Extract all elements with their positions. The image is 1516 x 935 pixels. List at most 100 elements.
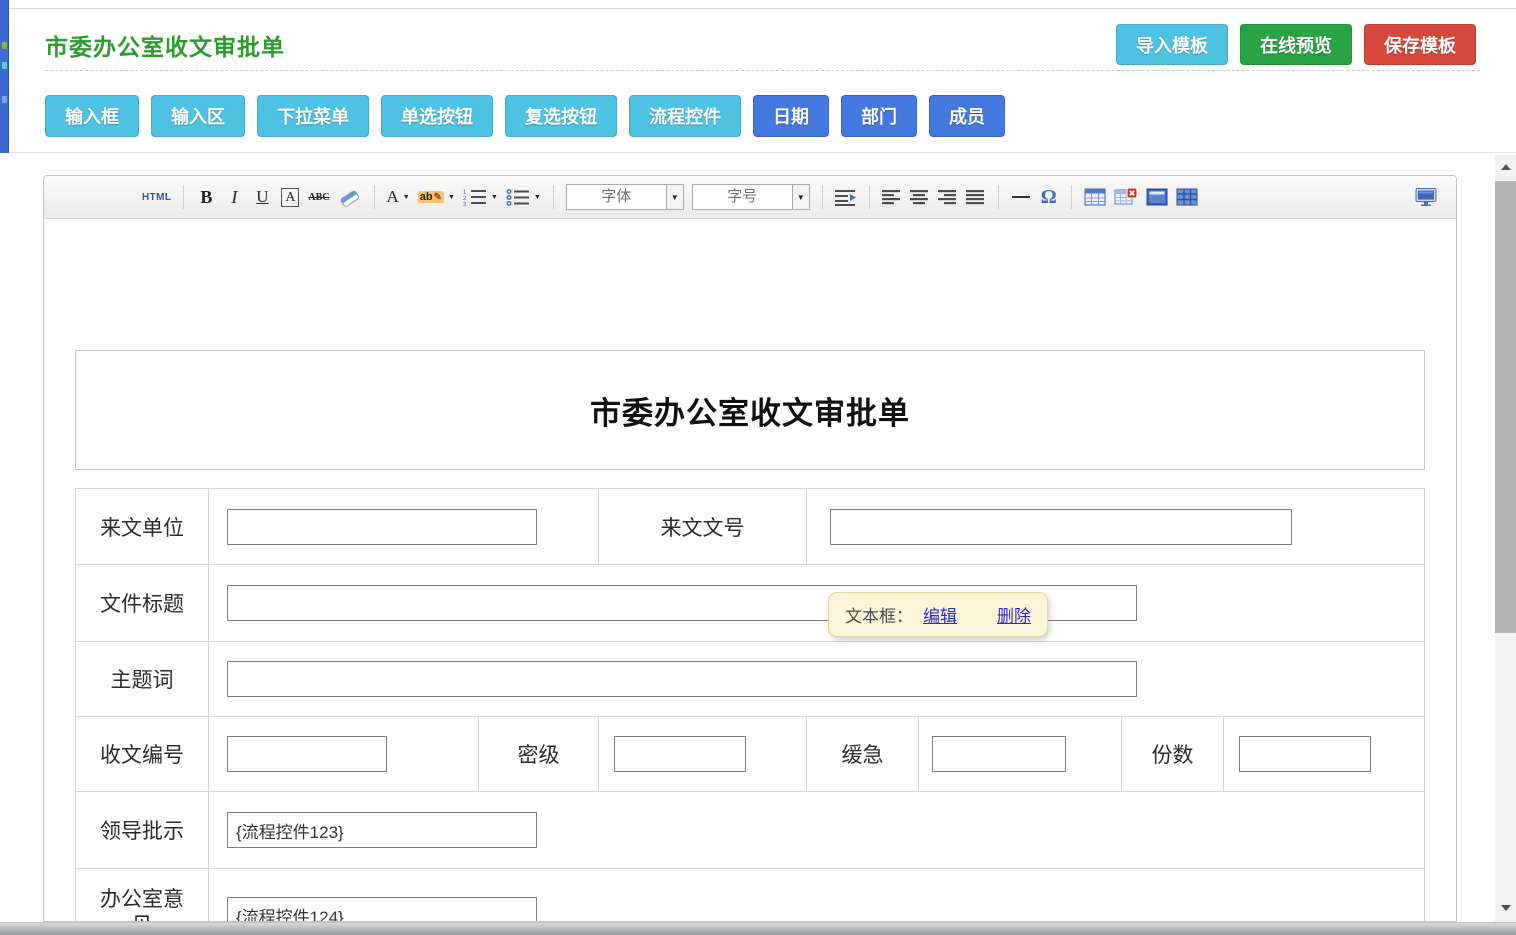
text-input[interactable] bbox=[830, 509, 1292, 545]
button-导入模板[interactable]: 导入模板 bbox=[1116, 24, 1228, 65]
align-justify-icon[interactable] bbox=[964, 184, 988, 210]
unordered-list-icon[interactable]: ▼ bbox=[504, 184, 543, 210]
vertical-scrollbar[interactable] bbox=[1495, 155, 1516, 922]
indent-icon[interactable] bbox=[833, 184, 859, 210]
field-label-text: 办公室意见 bbox=[96, 887, 188, 922]
text-input[interactable] bbox=[1239, 736, 1371, 772]
button-日期[interactable]: 日期 bbox=[753, 95, 829, 137]
scrollbar-thumb[interactable] bbox=[1495, 181, 1516, 633]
process-control-input[interactable] bbox=[227, 897, 537, 922]
font-size-select-value: 字号 bbox=[693, 185, 792, 209]
horizontal-rule-icon-glyph bbox=[1012, 196, 1030, 198]
italic-icon[interactable]: I bbox=[222, 184, 246, 210]
boxed-a-icon[interactable]: A bbox=[278, 184, 302, 210]
highlight-color-icon[interactable]: ab✎▼ bbox=[416, 184, 457, 210]
cell-properties-icon[interactable] bbox=[1174, 184, 1200, 210]
strikethrough-icon[interactable]: ABC bbox=[306, 184, 331, 210]
toolbar-separator bbox=[822, 185, 823, 209]
field-cell bbox=[208, 642, 1424, 716]
text-input[interactable] bbox=[227, 736, 387, 772]
align-left-icon[interactable] bbox=[880, 184, 904, 210]
chevron-down-icon[interactable]: ▼ bbox=[403, 194, 410, 201]
edge-fragment bbox=[2, 42, 7, 49]
scrollbar-up-button[interactable] bbox=[1495, 155, 1516, 179]
edit-link[interactable]: 编辑 bbox=[923, 602, 957, 627]
field-label-text: 文件标题 bbox=[100, 588, 184, 618]
table-row: 领导批示 bbox=[76, 791, 1424, 868]
page-header: 市委办公室收文审批单 导入模板在线预览保存模板 输入框输入区下拉菜单单选按钮复选… bbox=[0, 9, 1516, 153]
chevron-down-icon[interactable]: ▼ bbox=[666, 185, 683, 209]
boxed-a-icon-glyph: A bbox=[281, 188, 299, 207]
chevron-down-icon[interactable]: ▼ bbox=[491, 194, 498, 201]
button-在线预览[interactable]: 在线预览 bbox=[1240, 24, 1352, 65]
text-input[interactable] bbox=[614, 736, 746, 772]
special-char-icon-glyph: Ω bbox=[1041, 186, 1057, 209]
button-流程控件[interactable]: 流程控件 bbox=[629, 95, 741, 137]
field-label: 份数 bbox=[1121, 717, 1223, 791]
bold-icon[interactable]: B bbox=[194, 184, 218, 210]
underline-icon[interactable]: U bbox=[250, 184, 274, 210]
html-source-icon-glyph: HTML bbox=[142, 192, 171, 203]
ordered-list-icon[interactable]: 123▼ bbox=[461, 184, 500, 210]
text-input[interactable] bbox=[227, 509, 537, 545]
text-input[interactable] bbox=[227, 661, 1137, 697]
page-title: 市委办公室收文审批单 bbox=[45, 28, 285, 62]
background-page-edge bbox=[0, 0, 9, 153]
delete-link[interactable]: 删除 bbox=[997, 602, 1031, 627]
up-arrow-icon bbox=[1501, 164, 1511, 170]
chevron-down-icon[interactable]: ▼ bbox=[534, 194, 541, 201]
field-label-text: 收文编号 bbox=[100, 739, 184, 769]
text-input[interactable] bbox=[932, 736, 1066, 772]
rich-text-editor: HTMLBIUAABCA▼ab✎▼123▼▼字体▼字号▼Ω 市委办公室收文审批单… bbox=[43, 175, 1457, 922]
tooltip-label: 文本框： bbox=[845, 602, 913, 627]
font-size-select[interactable]: 字号▼ bbox=[692, 184, 810, 210]
field-label-text: 领导批示 bbox=[100, 815, 184, 845]
scrollbar-down-button[interactable] bbox=[1495, 896, 1516, 920]
field-label: 密级 bbox=[478, 717, 598, 791]
chevron-down-icon[interactable]: ▼ bbox=[792, 185, 809, 209]
edge-fragment bbox=[2, 96, 7, 103]
button-保存模板[interactable]: 保存模板 bbox=[1364, 24, 1476, 65]
chevron-down-icon[interactable]: ▼ bbox=[448, 194, 455, 201]
button-成员[interactable]: 成员 bbox=[929, 95, 1005, 137]
horizontal-rule-icon[interactable] bbox=[1009, 184, 1033, 210]
button-下拉菜单[interactable]: 下拉菜单 bbox=[257, 95, 369, 137]
form-table: 来文单位来文文号文件标题主题词收文编号密级缓急份数领导批示办公室意见 bbox=[75, 488, 1425, 922]
field-cell bbox=[208, 489, 598, 564]
html-source-icon[interactable]: HTML bbox=[140, 184, 173, 210]
field-label-text: 来文单位 bbox=[100, 512, 184, 542]
field-label: 收文编号 bbox=[76, 717, 208, 791]
table-properties-icon[interactable] bbox=[1144, 184, 1170, 210]
align-right-icon[interactable] bbox=[936, 184, 960, 210]
font-family-select[interactable]: 字体▼ bbox=[566, 184, 684, 210]
field-label: 文件标题 bbox=[76, 565, 208, 641]
control-tooltip: 文本框： 编辑 删除 bbox=[828, 592, 1048, 637]
strikethrough-icon-glyph: ABC bbox=[308, 192, 329, 203]
button-输入框[interactable]: 输入框 bbox=[45, 95, 139, 137]
window-bottom-edge bbox=[0, 922, 1516, 935]
align-center-icon[interactable] bbox=[908, 184, 932, 210]
fullscreen-icon[interactable] bbox=[1412, 184, 1440, 210]
special-char-icon[interactable]: Ω bbox=[1037, 184, 1061, 210]
field-label: 来文文号 bbox=[598, 489, 806, 564]
button-单选按钮[interactable]: 单选按钮 bbox=[381, 95, 493, 137]
font-color-icon[interactable]: A▼ bbox=[385, 184, 412, 210]
button-输入区[interactable]: 输入区 bbox=[151, 95, 245, 137]
button-部门[interactable]: 部门 bbox=[841, 95, 917, 137]
button-复选按钮[interactable]: 复选按钮 bbox=[505, 95, 617, 137]
eraser-icon[interactable] bbox=[336, 184, 364, 210]
process-control-input[interactable] bbox=[227, 812, 537, 848]
field-label: 办公室意见 bbox=[76, 869, 208, 922]
toolbar-separator bbox=[183, 185, 184, 209]
editor-document[interactable]: 市委办公室收文审批单 来文单位来文文号文件标题主题词收文编号密级缓急份数领导批示… bbox=[44, 220, 1456, 921]
font-color-icon-glyph: A bbox=[387, 187, 399, 207]
insert-table-icon[interactable] bbox=[1082, 184, 1108, 210]
toolbar-separator bbox=[869, 185, 870, 209]
field-cell bbox=[1223, 717, 1424, 791]
field-label: 来文单位 bbox=[76, 489, 208, 564]
document-title-box[interactable]: 市委办公室收文审批单 bbox=[75, 350, 1425, 470]
component-palette: 输入框输入区下拉菜单单选按钮复选按钮流程控件日期部门成员 bbox=[45, 95, 1005, 137]
down-arrow-icon bbox=[1501, 905, 1511, 911]
delete-table-icon[interactable] bbox=[1112, 184, 1140, 210]
field-label: 领导批示 bbox=[76, 792, 208, 868]
